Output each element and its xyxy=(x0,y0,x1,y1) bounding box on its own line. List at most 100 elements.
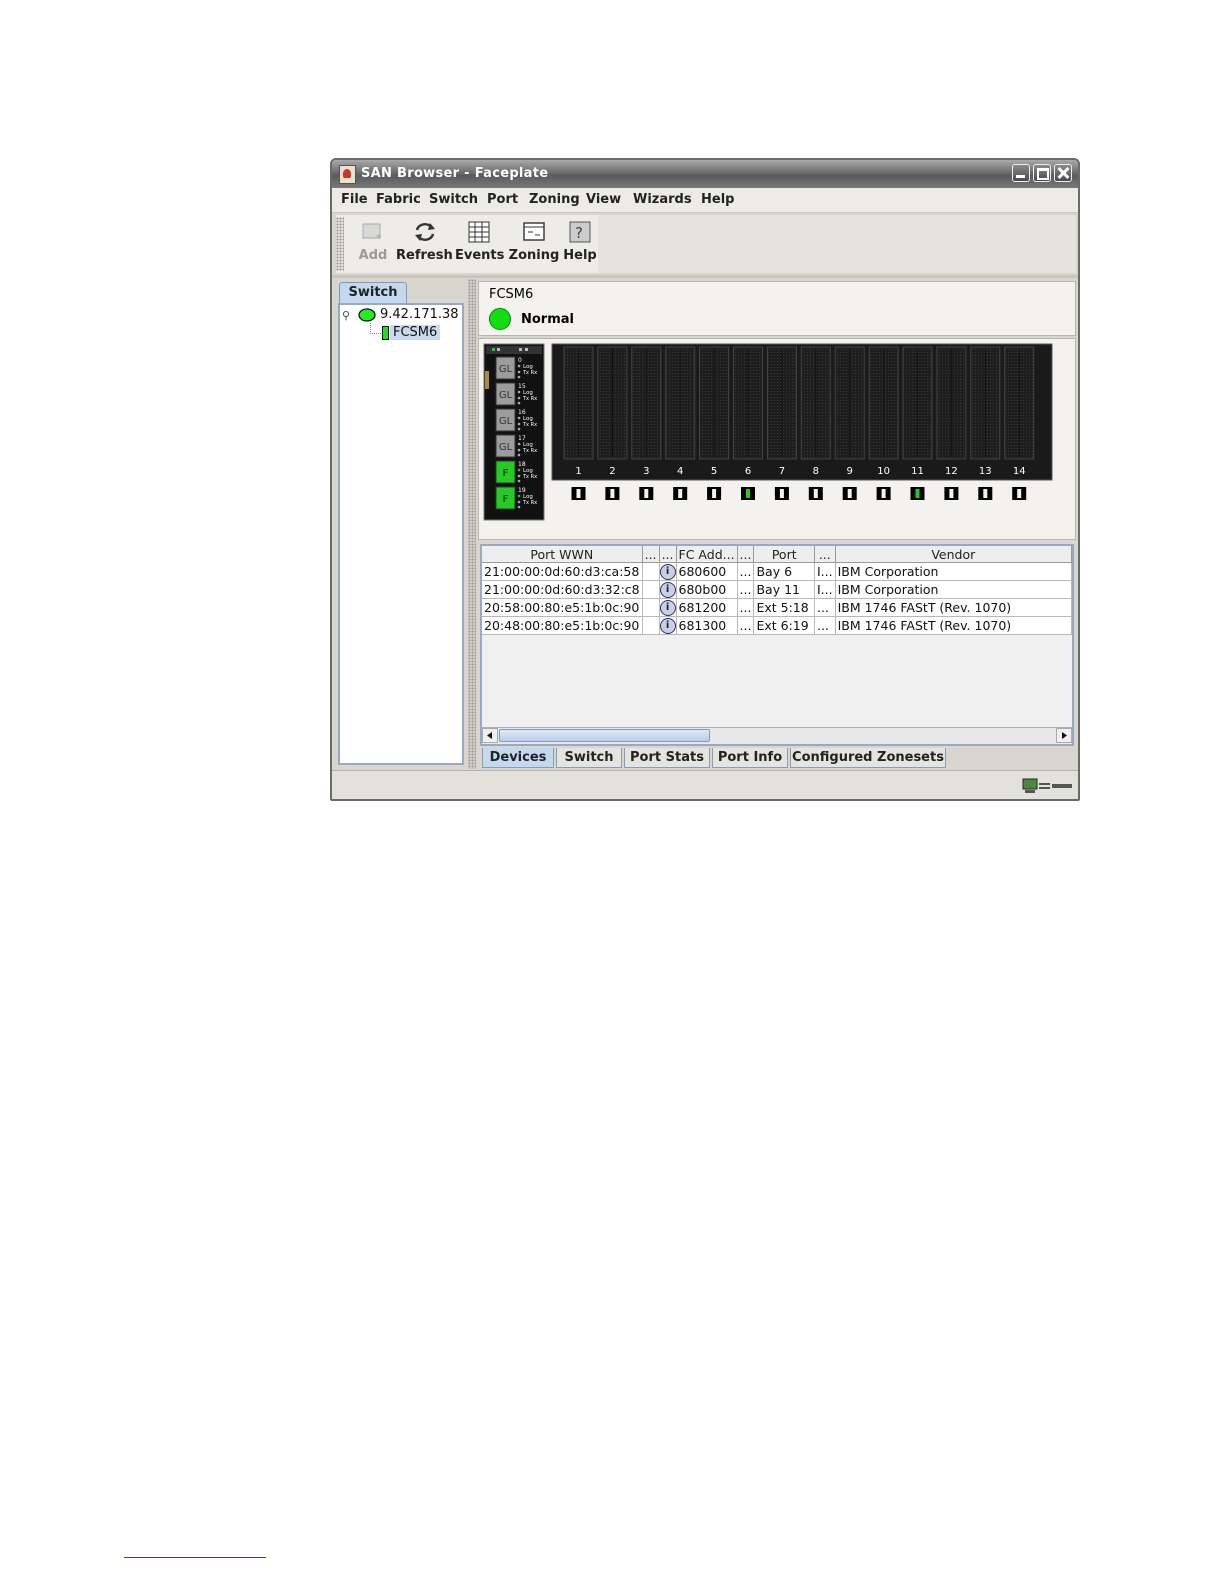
table-cell: IBM 1746 FAStT (Rev. 1070) xyxy=(835,598,1072,617)
tab-port-stats[interactable]: Port Stats xyxy=(624,748,710,768)
scroll-left-arrow-icon[interactable] xyxy=(482,728,498,743)
module-port-type: F xyxy=(503,468,509,479)
bay-number-label: 2 xyxy=(609,466,615,477)
bay-number-label: 11 xyxy=(911,466,924,477)
column-header[interactable]: ... xyxy=(814,546,836,563)
bay-number-label: 9 xyxy=(847,466,853,477)
menu-view[interactable]: View xyxy=(586,192,621,207)
port-led-label: Tx Rx xyxy=(522,474,537,480)
port-led-icon xyxy=(517,474,521,478)
column-header[interactable]: Port WWN xyxy=(482,546,643,563)
info-icon: i xyxy=(659,562,677,581)
scroll-right-arrow-icon[interactable] xyxy=(1056,728,1072,743)
table-cell: IBM Corporation xyxy=(835,562,1072,581)
refresh-button[interactable]: Refresh xyxy=(396,219,453,271)
refresh-icon xyxy=(413,221,435,243)
toolbar-grip-handle[interactable] xyxy=(336,217,344,271)
maximize-button[interactable] xyxy=(1033,164,1051,182)
module-port-number: 18 xyxy=(518,461,526,468)
minimize-button[interactable] xyxy=(1012,164,1030,182)
port-led-icon xyxy=(517,442,521,446)
bay-number-label: 13 xyxy=(979,466,992,477)
table-row[interactable]: 20:48:00:80:e5:1b:0c:90 i 681300... Ext 6:1… xyxy=(482,616,1072,635)
events-button[interactable]: Events xyxy=(455,219,504,271)
table-cell: IBM Corporation xyxy=(835,580,1072,599)
port-led-icon xyxy=(517,364,521,368)
module-led-icon xyxy=(497,348,500,351)
table-cell: 20:48:00:80:e5:1b:0c:90 xyxy=(482,616,643,635)
devices-table: Port WWN...... FC Add...... Port... Vendor … xyxy=(480,544,1074,746)
table-row[interactable]: 21:00:00:0d:60:d3:32:c8 i 680b00... Bay 11 I… xyxy=(482,580,1072,599)
footnote-rule xyxy=(124,1557,266,1558)
column-header[interactable]: ... xyxy=(737,546,755,563)
tree-node-switch[interactable]: FCSM6 xyxy=(390,325,441,340)
module-port-type: GL xyxy=(499,390,513,401)
vertical-splitter-handle[interactable] xyxy=(468,279,476,769)
menu-wizards[interactable]: Wizards xyxy=(633,192,692,207)
menu-file[interactable]: File xyxy=(341,192,368,207)
port-led-label: Tx Rx xyxy=(522,448,537,454)
column-header[interactable]: ... xyxy=(659,546,677,563)
port-led-label: Tx Rx xyxy=(522,500,537,506)
bay-number-label: 7 xyxy=(779,466,785,477)
bay-number-label: 1 xyxy=(575,466,581,477)
column-header[interactable]: Port xyxy=(753,546,815,563)
port-led-icon xyxy=(517,370,521,374)
port-led-icon xyxy=(517,416,521,420)
bay-number-label: 8 xyxy=(813,466,819,477)
switch-faceplate: GL 0 Log Tx Rx GL 15 Log Tx Rx GL 16 Log Tx Rx GL 17 L… xyxy=(478,338,1076,540)
bay-number-label: 12 xyxy=(945,466,958,477)
help-button[interactable]: ? Help xyxy=(562,219,598,271)
add-button[interactable]: * Add xyxy=(352,219,394,271)
column-header[interactable]: Vendor xyxy=(835,546,1072,563)
java-app-icon xyxy=(339,165,356,184)
tree-node-fabric[interactable]: 9.42.171.38 xyxy=(380,307,459,322)
bay-number-label: 6 xyxy=(745,466,751,477)
bay-port-led xyxy=(779,489,784,498)
san-browser-window: SAN Browser - Faceplate File Fabric Swit… xyxy=(330,158,1080,801)
table-row[interactable]: 20:58:00:80:e5:1b:0c:90 i 681200... Ext 5:1… xyxy=(482,598,1072,617)
menu-fabric[interactable]: Fabric xyxy=(376,192,421,207)
info-icon: i xyxy=(659,580,677,599)
bay-port-led xyxy=(813,489,818,498)
horizontal-scrollbar[interactable] xyxy=(482,727,1072,744)
tab-switch[interactable]: Switch xyxy=(556,748,622,768)
module-port-number: 0 xyxy=(518,357,522,364)
table-cell: 681300 xyxy=(676,616,738,635)
port-led-icon xyxy=(517,448,521,452)
zoning-button[interactable]: Zoning xyxy=(508,219,560,271)
tab-port-info[interactable]: Port Info xyxy=(712,748,788,768)
port-led-icon xyxy=(517,505,521,509)
table-cell xyxy=(642,598,660,617)
table-row[interactable]: 21:00:00:0d:60:d3:ca:58 i 680600... Bay 6 I.… xyxy=(482,562,1072,581)
port-led-icon xyxy=(517,479,521,483)
menu-zoning[interactable]: Zoning xyxy=(529,192,580,207)
table-cell xyxy=(642,616,660,635)
tab-switch-tree[interactable]: Switch xyxy=(339,282,407,303)
bay-port-led xyxy=(949,489,954,498)
bay-port-led xyxy=(983,489,988,498)
tab-configured-zonesets[interactable]: Configured Zonesets xyxy=(790,748,946,768)
table-cell: Bay 11 xyxy=(753,580,815,599)
bay-port-led xyxy=(1017,489,1022,498)
port-led-icon xyxy=(517,500,521,504)
menu-help[interactable]: Help xyxy=(701,192,734,207)
network-connection-icon xyxy=(1022,778,1074,798)
menu-bar: File Fabric Switch Port Zoning View Wiza… xyxy=(332,188,1078,213)
close-button[interactable] xyxy=(1054,164,1072,182)
bay-port-led xyxy=(712,489,717,498)
tab-devices[interactable]: Devices xyxy=(482,748,554,768)
table-cell: I... xyxy=(814,580,836,599)
module-port-number: 19 xyxy=(518,487,526,494)
window-title: SAN Browser - Faceplate xyxy=(361,166,549,181)
tree-expand-handle-icon[interactable]: ⚲ xyxy=(342,309,350,322)
column-header[interactable]: FC Add... xyxy=(676,546,738,563)
menu-switch[interactable]: Switch xyxy=(429,192,478,207)
bay-port-led xyxy=(746,489,750,498)
title-bar[interactable]: SAN Browser - Faceplate xyxy=(332,160,1078,188)
menu-port[interactable]: Port xyxy=(487,192,518,207)
column-header[interactable]: ... xyxy=(642,546,660,563)
blade-chassis: 1 2 3 4 5 6 7 8 9 10 11 12 13 14 xyxy=(551,343,1053,481)
scrollbar-thumb[interactable] xyxy=(499,729,710,742)
switch-status-header: FCSM6 Normal xyxy=(478,281,1076,336)
